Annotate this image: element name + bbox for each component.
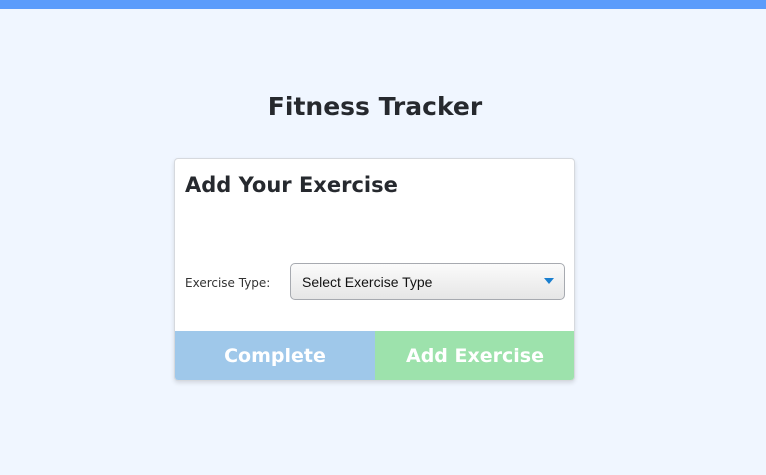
card-actions: Complete Add Exercise — [175, 331, 574, 380]
card-title: Add Your Exercise — [185, 173, 398, 197]
page-title: Fitness Tracker — [267, 92, 483, 121]
add-exercise-card: Add Your Exercise Exercise Type: Select … — [174, 158, 575, 381]
exercise-type-select-value: Select Exercise Type — [302, 274, 433, 290]
top-accent-bar — [0, 0, 766, 9]
exercise-type-select[interactable]: Select Exercise Type — [290, 263, 565, 300]
exercise-type-label: Exercise Type: — [185, 276, 271, 290]
caret-down-icon — [544, 278, 554, 284]
complete-button[interactable]: Complete — [175, 331, 375, 380]
add-exercise-button[interactable]: Add Exercise — [375, 331, 574, 380]
